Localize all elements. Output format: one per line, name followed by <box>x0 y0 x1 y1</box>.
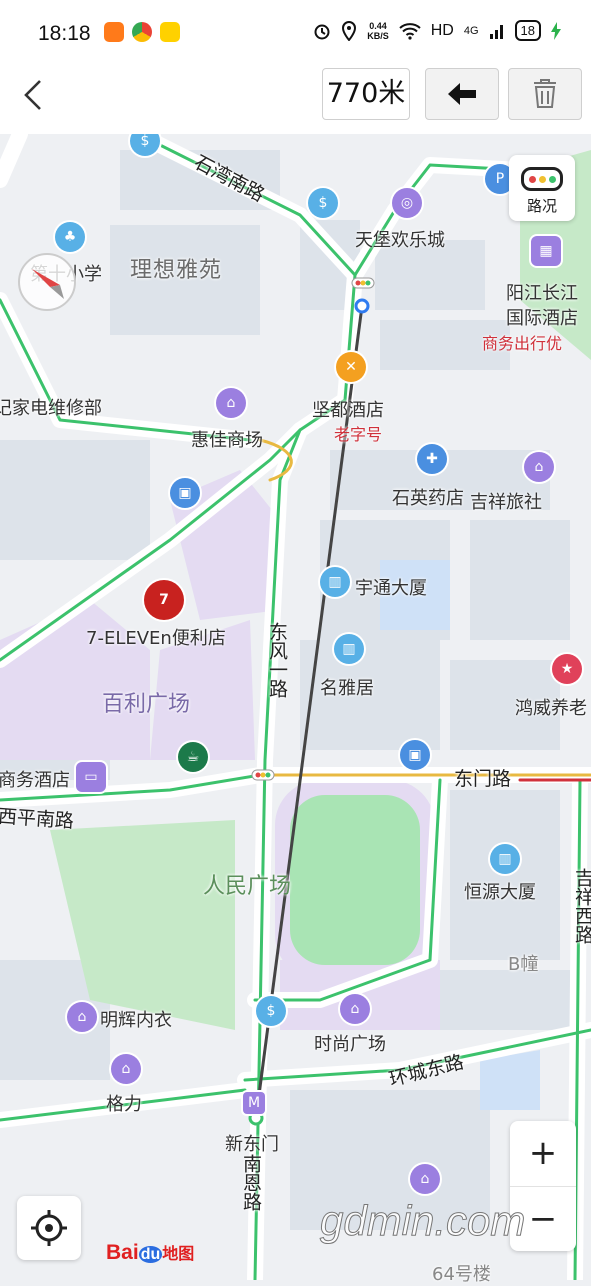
measure-toolbar: 770米 <box>0 60 591 134</box>
clock: 18:18 <box>38 22 91 45</box>
mall-icon[interactable]: ⌂ <box>216 388 246 418</box>
battery-level: 18 <box>514 20 541 41</box>
meituan-app-icon <box>160 22 180 42</box>
inn-icon[interactable]: ⌂ <box>524 452 554 482</box>
poi-label-business-hotel: 商务酒店 <box>0 770 70 791</box>
signal-label: 4G <box>463 24 479 37</box>
brand-bai: Bai <box>106 1241 139 1264</box>
residence-icon[interactable]: ▥ <box>334 634 364 664</box>
wifi-icon <box>399 22 421 40</box>
building-label-b: B幢 <box>508 954 539 975</box>
poi-label-appliance-repair: 记家电维修部 <box>0 398 102 419</box>
area-label-renmin-square: 人民广场 <box>203 874 292 899</box>
chrome-app-icon <box>132 22 152 42</box>
poi-label-yutong: 宇通大厦 <box>355 578 427 599</box>
shop-icon[interactable]: ⌂ <box>410 1164 440 1194</box>
poi-label-minghui: 明辉内衣 <box>100 1010 172 1031</box>
road-label-dongmen: 东门路 <box>454 768 512 790</box>
watermark: gdmin.com <box>319 1197 526 1245</box>
area-label-lixiang: 理想雅苑 <box>130 258 223 283</box>
atm-icon[interactable]: $ <box>308 188 338 218</box>
net-speed-unit: KB/S <box>367 30 389 41</box>
hotel-icon[interactable]: ▦ <box>531 236 561 266</box>
net-speed: 0.44 KB/S <box>367 21 389 41</box>
bus-stop-icon[interactable]: ▣ <box>400 740 430 770</box>
compass-needle-icon <box>32 269 64 299</box>
locate-button[interactable] <box>17 1196 81 1260</box>
distance-readout: 770米 <box>322 68 410 120</box>
stadium <box>275 780 435 980</box>
traffic-toggle-button[interactable]: 路况 <box>509 155 575 221</box>
poi-tag-laozihao: 老字号 <box>334 425 383 444</box>
poi-tag-business-trip: 商务出行优 <box>482 334 563 353</box>
poi-label-tianbao: 天堡欢乐城 <box>355 230 445 251</box>
office-building-icon[interactable]: ▥ <box>490 844 520 874</box>
poi-label-seven-eleven: 7-ELEVEn便利店 <box>86 628 226 649</box>
delete-button[interactable] <box>508 68 582 120</box>
notification-icons <box>104 22 180 42</box>
poi-label-geli: 格力 <box>106 1094 142 1115</box>
hd-indicator: HD <box>430 21 454 39</box>
poi-label-shiying-pharmacy: 石英药店 <box>392 488 464 509</box>
starbucks-logo[interactable]: ☕ <box>178 742 208 772</box>
location-icon <box>342 20 357 41</box>
baidu-map-logo: Bai du 地图 <box>106 1240 194 1265</box>
signal-bars-icon <box>489 24 503 39</box>
poi-label-xindongmen: 新东门 <box>225 1134 279 1155</box>
poi-label-mingya: 名雅居 <box>320 678 374 699</box>
pin-red-icon[interactable]: ★ <box>552 654 582 684</box>
alarm-icon <box>314 24 330 39</box>
taobao-app-icon <box>104 22 124 42</box>
area-label-baili-plaza: 百利广场 <box>102 692 191 717</box>
zoom-in-button[interactable]: + <box>510 1121 576 1187</box>
hotel-icon[interactable]: ▭ <box>76 762 106 792</box>
brand-map: 地图 <box>162 1246 195 1263</box>
poi-label-hengyuan: 恒源大厦 <box>464 882 536 903</box>
crosshair-icon <box>31 1210 67 1246</box>
poi-label-huijia: 惠佳商场 <box>191 430 263 451</box>
traffic-icon <box>521 167 563 191</box>
office-building-icon[interactable]: ▥ <box>320 567 350 597</box>
compass-icon[interactable] <box>18 253 76 311</box>
map-canvas[interactable] <box>0 134 591 1280</box>
back-icon[interactable] <box>20 78 50 112</box>
bus-stop-icon[interactable]: ▣ <box>170 478 200 508</box>
net-speed-value: 0.44 <box>369 20 387 31</box>
brand-du: du <box>138 1246 163 1263</box>
entertainment-icon[interactable]: ◎ <box>392 188 422 218</box>
shop-icon[interactable]: ⌂ <box>340 994 370 1024</box>
poi-label-yangjiang-hotel-1: 阳江长江 <box>506 283 578 304</box>
undo-button[interactable] <box>425 68 499 120</box>
road-label-jixiang-west: 吉祥西路 <box>572 868 591 944</box>
poi-label-jiandu-hotel: 坚都酒店 <box>312 400 384 421</box>
shop-icon[interactable]: ⌂ <box>111 1054 141 1084</box>
subway-station-icon[interactable]: M <box>243 1092 265 1114</box>
trash-icon <box>534 79 556 108</box>
poi-label-hongwei: 鸿威养老 <box>515 698 587 719</box>
poi-label-jixiang-inn: 吉祥旅社 <box>470 492 542 513</box>
road-label-xiping: 西平南路 <box>0 805 75 833</box>
seven-eleven-logo[interactable]: 7 <box>144 580 184 620</box>
poi-label-yangjiang-hotel-2: 国际酒店 <box>506 308 578 329</box>
road-label-nanen: 南恩路 <box>240 1154 262 1211</box>
charging-icon <box>551 21 561 40</box>
atm-icon[interactable]: $ <box>256 996 286 1026</box>
status-indicators: 0.44 KB/S HD 4G 18 <box>313 20 561 41</box>
shop-icon[interactable]: ⌂ <box>67 1002 97 1032</box>
arrow-left-icon <box>448 83 476 105</box>
food-icon[interactable]: ✕ <box>336 352 366 382</box>
park-icon[interactable]: ♣ <box>55 222 85 252</box>
poi-label-shishang: 时尚广场 <box>314 1034 386 1055</box>
road-label-dongfeng: 东风一路 <box>266 622 288 698</box>
traffic-label: 路况 <box>526 197 557 215</box>
map-view[interactable]: $ $ ◎ ♣ P ▦ ⌂ ✚ ⌂ ▣ ▥ ▥ 7 ★ ☕ ▣ ▭ ▥ $ ⌂ … <box>0 126 591 1285</box>
pharmacy-icon[interactable]: ✚ <box>417 444 447 474</box>
building-label-64: 64号楼 <box>432 1264 491 1285</box>
